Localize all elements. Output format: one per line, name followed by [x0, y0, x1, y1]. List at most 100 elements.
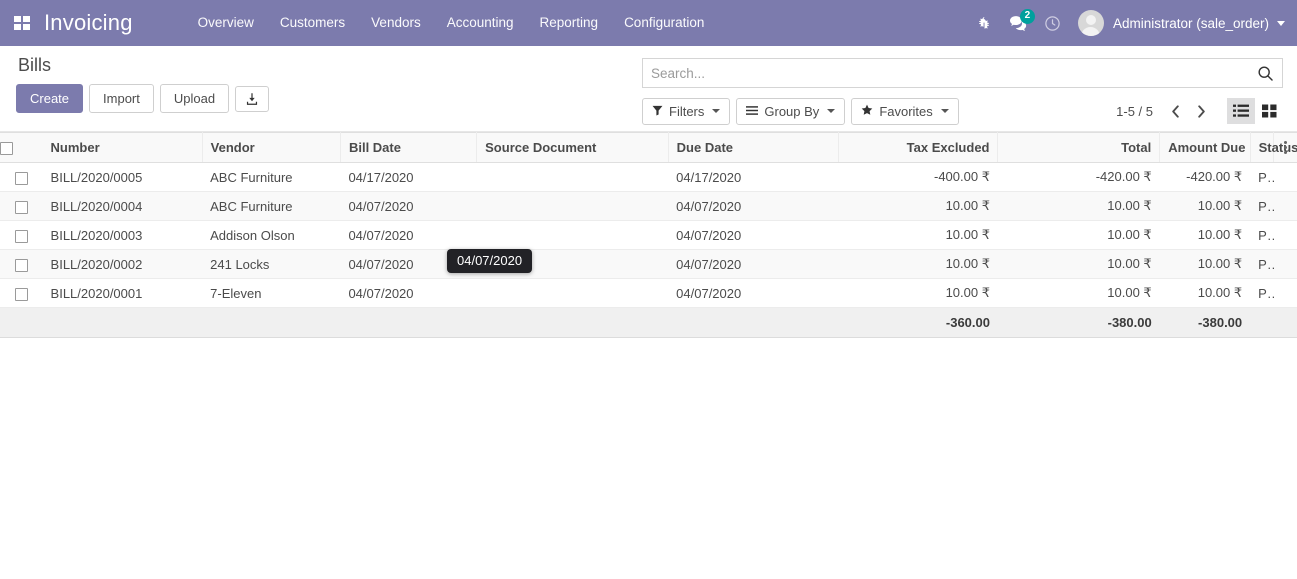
navbar-right-tools: 2 Administrator (sale_order) — [968, 0, 1297, 46]
search-input[interactable] — [649, 60, 1251, 86]
cell-due-date: 04/17/2020 — [668, 162, 839, 193]
cell-status: Posted — [1250, 162, 1274, 193]
app-window: Invoicing Overview Customers Vendors Acc… — [0, 0, 1297, 579]
cell-bill-date: 04/07/2020 — [340, 191, 477, 222]
cell-total: 10.00 ₹ — [997, 191, 1160, 222]
group-by-dropdown[interactable]: Group By — [736, 97, 846, 125]
row-checkbox[interactable] — [14, 229, 28, 243]
totals-spacer — [476, 307, 669, 339]
row-select-cell — [0, 278, 43, 309]
column-header-total[interactable]: Total — [997, 131, 1161, 164]
chevron-left-icon[interactable] — [1163, 99, 1187, 123]
cell-number: BILL/2020/0001 — [42, 278, 203, 309]
upload-button[interactable]: Upload — [159, 84, 230, 113]
menu-item-reporting[interactable]: Reporting — [527, 0, 612, 46]
totals-amount-due: -380.00 — [1159, 307, 1251, 339]
import-button[interactable]: Import — [89, 84, 154, 113]
column-header-amount-due[interactable]: Amount Due — [1159, 131, 1251, 164]
column-header-due-date[interactable]: Due Date — [668, 131, 839, 164]
table-row[interactable]: BILL/2020/0004 ABC Furniture 04/07/2020 … — [0, 191, 1297, 222]
cell-bill-date: 04/17/2020 — [340, 162, 477, 193]
menu-item-configuration[interactable]: Configuration — [611, 0, 717, 46]
search-bar[interactable] — [642, 58, 1283, 88]
app-brand-title[interactable]: Invoicing — [44, 10, 133, 36]
cell-source-document — [476, 162, 669, 193]
totals-spacer — [1273, 307, 1297, 339]
row-select-cell — [0, 249, 43, 280]
bills-table: Number Vendor Bill Date Source Document … — [0, 131, 1297, 339]
kanban-view-button[interactable] — [1255, 98, 1283, 124]
select-all-header — [0, 131, 43, 164]
date-tooltip: 04/07/2020 — [447, 249, 533, 273]
cell-total: 10.00 ₹ — [997, 278, 1160, 309]
column-header-source-document[interactable]: Source Document — [476, 131, 669, 164]
cell-amount-due: 10.00 ₹ — [1159, 191, 1251, 222]
row-checkbox[interactable] — [14, 171, 28, 185]
row-select-cell — [0, 162, 43, 193]
table-body: BILL/2020/0005 ABC Furniture 04/17/2020 … — [0, 162, 1297, 309]
chevron-right-icon[interactable] — [1189, 99, 1213, 123]
filter-funnel-icon — [652, 103, 663, 120]
cell-status: Posted — [1250, 220, 1274, 251]
table-header: Number Vendor Bill Date Source Document … — [0, 131, 1297, 164]
search-icon[interactable] — [1251, 65, 1274, 82]
cell-total: 10.00 ₹ — [997, 220, 1160, 251]
top-navbar: Invoicing Overview Customers Vendors Acc… — [0, 0, 1297, 46]
apps-grid-icon[interactable] — [0, 0, 34, 46]
favorites-dropdown[interactable]: Favorites — [851, 97, 959, 125]
action-buttons: Create Import Upload — [16, 84, 270, 113]
page-title: Bills — [18, 55, 52, 75]
user-menu[interactable]: Administrator (sale_order) — [1077, 10, 1285, 36]
filter-button-group: Filters Group By Favorites — [642, 97, 965, 125]
select-all-checkbox[interactable] — [0, 142, 13, 156]
table-row[interactable]: BILL/2020/0005 ABC Furniture 04/17/2020 … — [0, 162, 1297, 193]
column-header-tax-excluded[interactable]: Tax Excluded — [838, 131, 999, 164]
row-checkbox[interactable] — [14, 200, 28, 214]
totals-spacer — [1250, 307, 1274, 339]
filters-dropdown[interactable]: Filters — [642, 97, 731, 125]
control-panel-left: Bills Create Import Upload — [16, 54, 270, 113]
star-icon — [861, 103, 873, 120]
row-checkbox[interactable] — [14, 287, 28, 301]
cell-bill-date: 04/07/2020 — [340, 220, 477, 251]
cell-tax-excluded: 10.00 ₹ — [838, 249, 998, 280]
messages-icon[interactable]: 2 — [1002, 0, 1036, 46]
menu-item-customers[interactable]: Customers — [267, 0, 358, 46]
download-icon[interactable] — [235, 85, 270, 112]
column-header-number[interactable]: Number — [42, 131, 203, 164]
control-panel-right: Filters Group By — [642, 58, 1283, 125]
column-header-vendor[interactable]: Vendor — [202, 131, 341, 164]
create-button[interactable]: Create — [16, 84, 84, 113]
cell-due-date: 04/07/2020 — [668, 220, 839, 251]
cell-vendor: Addison Olson — [202, 220, 341, 251]
cell-due-date: 04/07/2020 — [668, 191, 839, 222]
menu-item-accounting[interactable]: Accounting — [434, 0, 527, 46]
bills-list-view: Number Vendor Bill Date Source Document … — [0, 131, 1297, 339]
cell-amount-due: 10.00 ₹ — [1159, 249, 1251, 280]
row-checkbox[interactable] — [14, 258, 28, 272]
table-footer: -360.00 -380.00 -380.00 — [0, 307, 1297, 339]
cell-vendor: 7-Eleven — [202, 278, 341, 309]
cell-status: Posted — [1250, 278, 1274, 309]
list-view-button[interactable] — [1227, 98, 1255, 124]
cell-tax-excluded: 10.00 ₹ — [838, 220, 998, 251]
cell-amount-due: 10.00 ₹ — [1159, 278, 1251, 309]
totals-spacer — [0, 307, 43, 339]
table-row[interactable]: BILL/2020/0003 Addison Olson 04/07/2020 … — [0, 220, 1297, 251]
view-switcher — [1227, 98, 1283, 124]
column-header-bill-date[interactable]: Bill Date — [340, 131, 478, 164]
menu-item-vendors[interactable]: Vendors — [358, 0, 434, 46]
table-row[interactable]: BILL/2020/0002 241 Locks 04/07/2020 04/0… — [0, 249, 1297, 280]
table-row[interactable]: BILL/2020/0001 7-Eleven 04/07/2020 04/07… — [0, 278, 1297, 309]
bug-icon[interactable] — [968, 0, 1002, 46]
cell-status: Posted — [1250, 191, 1274, 222]
messages-badge-count: 2 — [1019, 9, 1035, 24]
column-header-status[interactable]: Status — [1250, 131, 1297, 164]
main-menu: Overview Customers Vendors Accounting Re… — [185, 0, 718, 46]
cell-amount-due: -420.00 ₹ — [1159, 162, 1251, 193]
pager-range: 1-5 / 5 — [1116, 103, 1153, 119]
cell-spacer — [1273, 162, 1297, 193]
activity-clock-icon[interactable] — [1036, 0, 1070, 46]
cell-status: Posted — [1250, 249, 1274, 280]
menu-item-overview[interactable]: Overview — [185, 0, 267, 46]
